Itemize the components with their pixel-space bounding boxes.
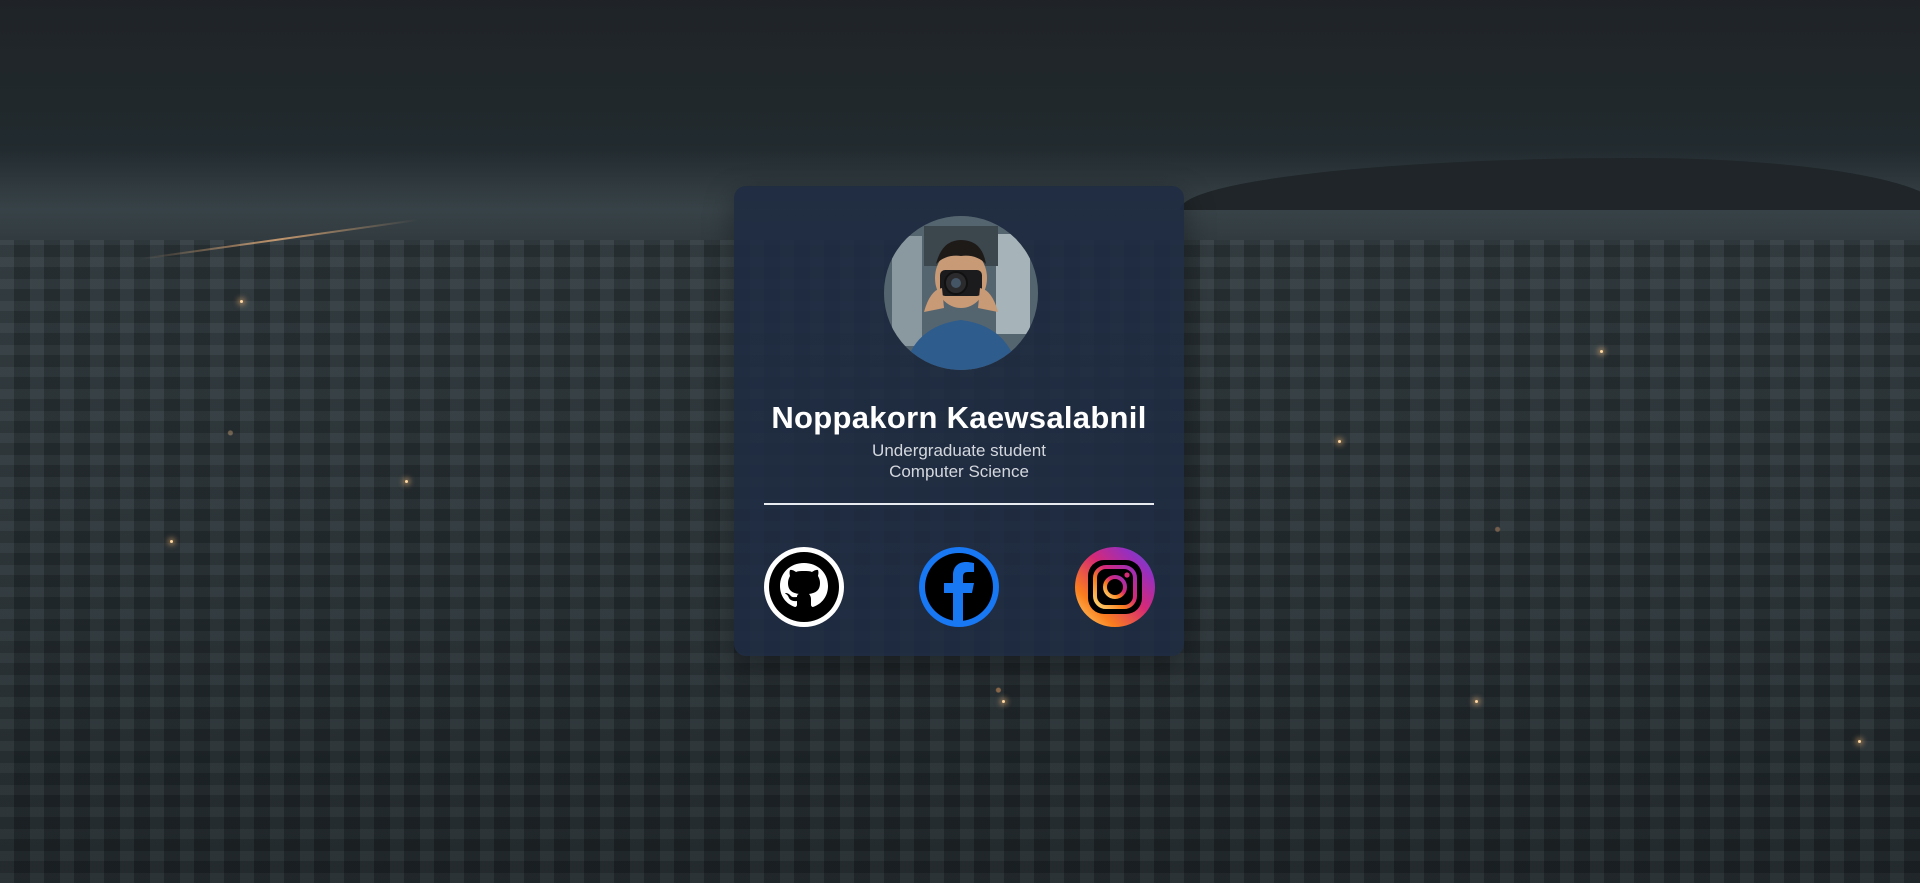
- city-light: [1475, 700, 1478, 703]
- avatar-photo: [884, 216, 1038, 370]
- profile-card: Noppakorn Kaewsalabnil Undergraduate stu…: [734, 186, 1184, 656]
- instagram-link[interactable]: [1075, 547, 1155, 627]
- profile-name: Noppakorn Kaewsalabnil: [771, 400, 1147, 435]
- instagram-icon: [1088, 560, 1142, 614]
- profile-role: Undergraduate student Computer Science: [734, 440, 1184, 482]
- role-line-1: Undergraduate student: [872, 441, 1046, 460]
- facebook-link[interactable]: [919, 547, 999, 627]
- city-light: [405, 480, 408, 483]
- github-icon: [769, 552, 839, 622]
- facebook-icon: [925, 553, 993, 621]
- role-line-2: Computer Science: [889, 462, 1029, 481]
- city-light: [240, 300, 243, 303]
- avatar: [884, 216, 1038, 370]
- city-light: [1858, 740, 1861, 743]
- city-light: [170, 540, 173, 543]
- github-link[interactable]: [764, 547, 844, 627]
- page-background: Noppakorn Kaewsalabnil Undergraduate stu…: [0, 0, 1920, 883]
- city-light: [1338, 440, 1341, 443]
- city-light: [1600, 350, 1603, 353]
- city-light: [1002, 700, 1005, 703]
- divider: [764, 503, 1154, 505]
